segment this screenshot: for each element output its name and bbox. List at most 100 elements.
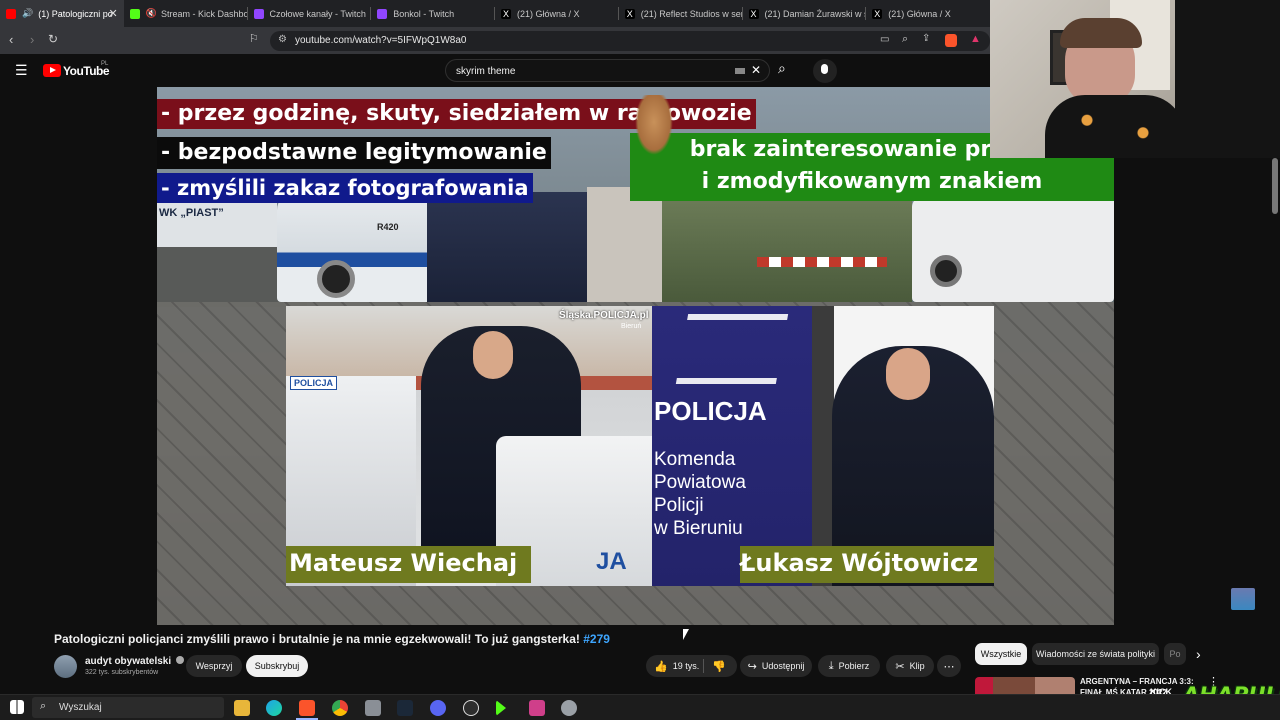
video-player[interactable]: WK „PIAST” R420 - przez godzinę, skuty, … [157, 87, 1114, 625]
tab-label: Stream - Kick Dashbo [160, 8, 248, 19]
tab-x-4[interactable]: X (21) Główna / X [866, 0, 990, 27]
tab-label: (1) Patologiczni po [38, 8, 113, 19]
tab-x-3[interactable]: X (21) Damian Żurawski w sc [743, 0, 867, 27]
policja-star-icon [675, 314, 789, 384]
barrier [757, 257, 887, 267]
discord-icon[interactable] [430, 700, 446, 716]
tab-label: (21) Damian Żurawski w sc [764, 8, 867, 19]
microphone-icon [821, 64, 828, 74]
chips-next-icon[interactable]: › [1196, 646, 1201, 662]
address-bar[interactable]: ⚙ youtube.com/watch?v=5IFWpQ1W8a0 ▭ ⌕ ⇪ … [270, 31, 990, 51]
recommendation-thumbnail[interactable] [975, 677, 1075, 695]
menu-icon[interactable]: ☰ [15, 62, 28, 79]
brave-shield-icon[interactable] [945, 34, 957, 47]
tab-youtube[interactable]: 🔊 (1) Patologiczni po ✕ [0, 0, 124, 27]
watch-metadata: Patologiczni policjanci zmyślili prawo i… [0, 625, 1280, 707]
page-scrollbar[interactable] [1272, 158, 1278, 214]
clear-search-icon[interactable]: ✕ [751, 63, 761, 77]
video-title: Patologiczni policjanci zmyślili prawo i… [54, 632, 610, 646]
like-count[interactable]: 19 tys. [673, 661, 700, 671]
more-icon: ⋯ [943, 660, 955, 673]
name-label-right: Łukasz Wójtowicz [740, 546, 994, 583]
close-icon[interactable]: ✕ [109, 7, 118, 20]
windows-taskbar: ⌕ Wyszukaj [0, 694, 1280, 720]
kick-app-icon[interactable] [496, 700, 506, 716]
streamer-hair [1060, 18, 1142, 48]
search-icon[interactable]: ⌕ [778, 60, 786, 77]
dark-curtain [1175, 0, 1280, 158]
speaker-icon[interactable]: 🔊 [22, 8, 33, 19]
keyboard-icon[interactable] [735, 68, 745, 74]
share-arrow-icon: ↪ [747, 660, 757, 673]
police-car: R420 [277, 192, 447, 302]
subscriber-count: 322 tys. subskrybentów [85, 669, 159, 676]
search-query[interactable]: skyrim theme [456, 66, 515, 77]
share-icon[interactable]: ⇪ [922, 33, 930, 44]
clip-button[interactable]: ✂ Klip [886, 655, 934, 677]
browser-toolbar: ‹ › ↻ ⚐ ⚙ youtube.com/watch?v=5IFWpQ1W8a… [0, 27, 990, 54]
chip-partial[interactable]: Po [1164, 643, 1186, 665]
more-actions-button[interactable]: ⋯ [937, 655, 961, 677]
windows-start-icon[interactable] [10, 700, 24, 714]
chrome-icon[interactable] [332, 700, 348, 716]
channel-name[interactable]: audyt obywatelski [85, 656, 184, 667]
streamer-webcam [990, 0, 1280, 158]
forward-icon[interactable]: › [30, 32, 34, 47]
watermark: Śląska.POLICJA.pl [559, 310, 649, 321]
site-info-icon[interactable]: ⚙ [278, 34, 287, 45]
tab-kick[interactable]: 🔇 Stream - Kick Dashbo [124, 0, 248, 27]
search-input[interactable]: skyrim theme ✕ [445, 59, 770, 82]
subscribe-button[interactable]: Subskrybuj [246, 655, 308, 677]
brave-rewards-icon[interactable]: ▲ [970, 33, 981, 45]
caption-line-3: - zmyślili zakaz fotografowania [157, 173, 533, 203]
support-button[interactable]: Wesprzyj [186, 655, 242, 677]
hashtag-link[interactable]: #279 [583, 632, 610, 646]
streamer-shirt [1045, 95, 1185, 158]
hamster-emote [635, 95, 673, 155]
muted-icon[interactable]: 🔇 [146, 8, 157, 19]
steam-icon[interactable] [397, 700, 413, 716]
tab-label: (21) Główna / X [888, 8, 951, 19]
download-button[interactable]: ⤓ Pobierz [818, 655, 880, 677]
app-icon-2[interactable] [529, 700, 545, 716]
search-icon: ⌕ [40, 700, 47, 712]
trees [662, 187, 912, 302]
youtube-icon [6, 8, 16, 19]
app-icon-3[interactable] [561, 700, 577, 716]
chip-politics[interactable]: Wiadomości ze świata polityki [1032, 643, 1159, 665]
url-text[interactable]: youtube.com/watch?v=5IFWpQ1W8a0 [295, 35, 466, 46]
app-icon[interactable] [365, 700, 381, 716]
people-group [427, 192, 587, 307]
mouse-cursor [683, 629, 689, 640]
channel-watermark[interactable] [1231, 588, 1255, 610]
tab-twitch-2[interactable]: Bonkol - Twitch [371, 0, 495, 27]
verified-icon [175, 656, 184, 664]
tab-label: (21) Reflect Studios w serw [640, 8, 743, 19]
white-van [912, 197, 1114, 302]
youtube-logo-icon[interactable] [43, 64, 61, 77]
chip-all[interactable]: Wszystkie [975, 643, 1027, 665]
bookmark-icon[interactable]: ⚐ [249, 32, 259, 45]
tab-label: Czołowe kanały - Twitch [269, 8, 366, 19]
zoom-icon[interactable]: ⌕ [902, 33, 908, 46]
reload-icon[interactable]: ↻ [48, 32, 58, 46]
obs-icon[interactable] [463, 700, 479, 716]
x-icon: X [872, 8, 883, 19]
tab-x-1[interactable]: X (21) Główna / X [495, 0, 619, 27]
share-button[interactable]: ↪ Udostępnij [740, 655, 812, 677]
taskbar-search[interactable]: ⌕ Wyszukaj [32, 697, 224, 718]
photo-officer-left: POLICJA JA Śląska.POLICJA.pl Bieruń [286, 306, 652, 586]
tab-twitch-1[interactable]: Czołowe kanały - Twitch [248, 0, 372, 27]
file-explorer-icon[interactable] [234, 700, 250, 716]
channel-avatar[interactable] [54, 655, 77, 678]
voice-search-button[interactable] [813, 59, 837, 83]
policja-rollup: POLICJA Komenda Powiatowa Policji w Bier… [652, 306, 812, 586]
like-icon[interactable]: 👍 [654, 660, 668, 673]
back-icon[interactable]: ‹ [9, 32, 13, 47]
tab-x-2[interactable]: X (21) Reflect Studios w serw [619, 0, 743, 27]
edge-icon[interactable] [266, 700, 282, 716]
cast-icon[interactable]: ▭ [880, 34, 889, 45]
dislike-icon[interactable]: 👎 [712, 660, 726, 673]
x-icon: X [624, 8, 635, 19]
brave-icon[interactable] [299, 700, 315, 716]
